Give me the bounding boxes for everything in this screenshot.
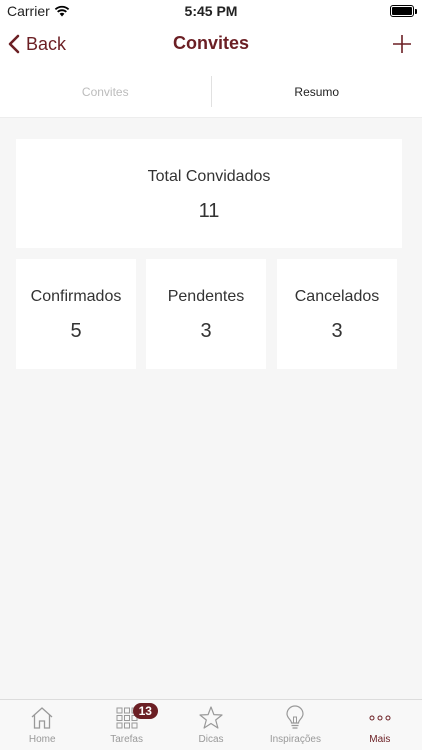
tab-home-label: Home [28, 734, 56, 745]
tab-resumo-label: Resumo [294, 84, 340, 99]
total-guests-value: 11 [198, 200, 220, 222]
tab-inspiracoes[interactable]: Inspirações [253, 700, 337, 750]
cancelled-value: 3 [331, 320, 343, 342]
tasks-count-badge: 13 [132, 703, 158, 719]
tab-dicas[interactable]: Dicas [169, 700, 253, 750]
tab-dicas-label: Dicas [198, 734, 224, 745]
tab-tarefas-label: Tarefas [110, 734, 143, 745]
tab-tarefas[interactable]: 13 Tarefas [84, 700, 168, 750]
battery-icon [390, 5, 417, 17]
page-title: Convites [172, 33, 250, 53]
tab-convites-label: Convites [81, 84, 129, 99]
tab-bar: Home 13 Tarefas Dicas Inspirações Mais [0, 699, 422, 750]
cancelled-card: Cancelados 3 [277, 259, 397, 369]
status-bar: Carrier 5:45 PM [0, 0, 422, 22]
more-icon [369, 715, 391, 721]
confirmed-label: Confirmados [30, 288, 122, 305]
tab-resumo[interactable]: Resumo [212, 66, 422, 117]
navigation-bar: Back Convites [0, 22, 422, 66]
segmented-control: Convites Resumo [0, 66, 422, 118]
tab-inspiracoes-label: Inspirações [269, 734, 321, 745]
pending-card: Pendentes 3 [146, 259, 266, 369]
pending-label: Pendentes [167, 288, 245, 305]
cancelled-label: Cancelados [294, 288, 380, 305]
tab-home[interactable]: Home [0, 700, 84, 750]
tab-mais[interactable]: Mais [338, 700, 422, 750]
tab-mais-label: Mais [369, 734, 391, 745]
star-icon [199, 706, 223, 729]
pending-value: 3 [200, 320, 212, 342]
add-icon[interactable] [390, 32, 414, 56]
status-time: 5:45 PM [184, 3, 238, 19]
tab-convites[interactable]: Convites [0, 66, 211, 117]
total-guests-card: Total Convidados 11 [16, 139, 402, 248]
lightbulb-icon [286, 705, 305, 729]
home-icon [31, 707, 53, 729]
confirmed-card: Confirmados 5 [16, 259, 136, 369]
total-guests-label: Total Convidados [147, 168, 271, 185]
confirmed-value: 5 [70, 320, 82, 342]
